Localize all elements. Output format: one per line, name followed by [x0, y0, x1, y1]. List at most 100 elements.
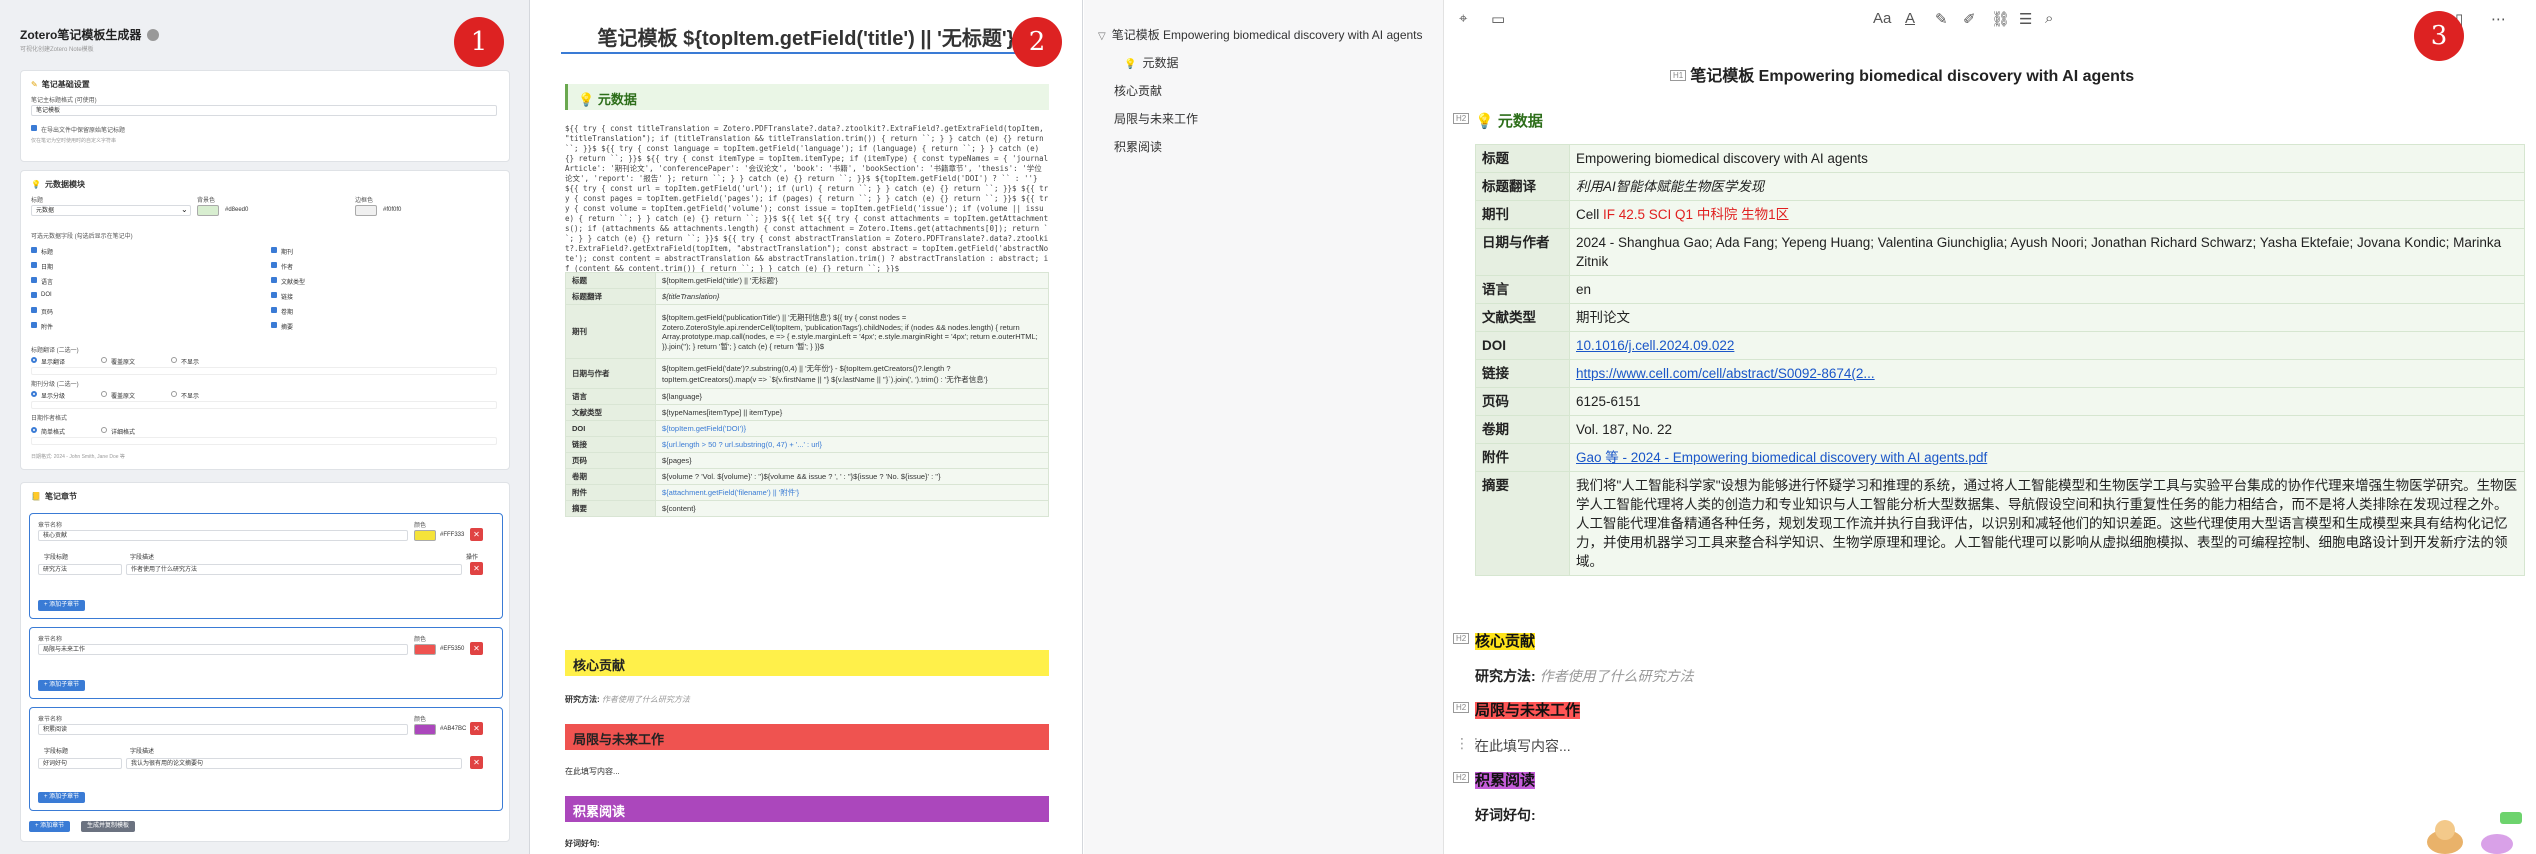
keep-title-checkbox[interactable] — [31, 125, 37, 131]
template-value: ${topItem.getField('title') || '无标题'} — [655, 272, 1049, 289]
row-pages: 页码 6125-6151 — [1475, 387, 2525, 416]
title-format-input[interactable]: 笔记模板 — [31, 105, 497, 116]
outline-item[interactable]: ▽ 笔记模板 Empowering biomedical discovery wi… — [1098, 26, 1423, 43]
link-icon[interactable]: ⛓ — [1991, 10, 2010, 28]
template-section-reading: 积累阅读 — [565, 796, 1049, 822]
field-checkbox[interactable] — [271, 322, 277, 328]
clear-format-icon[interactable]: ☰ — [2019, 10, 2032, 28]
option-field[interactable] — [31, 437, 497, 445]
option-radio[interactable] — [31, 427, 37, 433]
option-radio[interactable] — [101, 357, 107, 363]
meta-title-input[interactable]: 元数据 — [31, 205, 191, 216]
field-checkbox[interactable] — [31, 262, 37, 268]
attachment-link[interactable]: Gao 等 - 2024 - Empowering biomedical dis… — [1576, 450, 1987, 465]
section-color-swatch[interactable] — [414, 644, 436, 655]
delete-section-button[interactable]: ✕ — [470, 528, 483, 541]
section-color-value[interactable]: #AB47BC — [440, 726, 466, 732]
outline-item[interactable]: 局限与未来工作 — [1114, 110, 1198, 127]
template-row: 链接 ${url.length > 50 ? url.substring(0, 4… — [565, 436, 1049, 453]
option-label: 覆盖原文 — [111, 394, 136, 400]
more-icon[interactable]: ⋯ — [2491, 10, 2506, 28]
section-color-value[interactable]: #FFF333 — [440, 532, 464, 538]
subsection-desc-input[interactable]: 作者使用了什么研究方法 — [126, 564, 462, 575]
add-section-button[interactable]: + 添加章节 — [29, 821, 71, 832]
note-core-field[interactable]: 研究方法: 作者使用了什么研究方法 — [1475, 666, 1694, 686]
url-link[interactable]: https://www.cell.com/cell/abstract/S0092… — [1576, 366, 1875, 381]
template-value: ${volume ? 'Vol. ${volume}' : ''}${volum… — [655, 468, 1049, 485]
option1-label: 标题翻译 (二选一) — [31, 348, 79, 354]
field-label: 卷期 — [281, 310, 294, 316]
meta-bg-swatch[interactable] — [197, 205, 219, 216]
outline-item[interactable]: 💡 元数据 — [1124, 54, 1178, 71]
title-format-label: 笔记主标题格式 (可使用) — [31, 98, 97, 104]
note-limits-text[interactable]: 在此填写内容... — [1475, 736, 1571, 756]
outline-item[interactable]: 积累阅读 — [1114, 138, 1162, 155]
h2-tag: H2 — [1453, 633, 1470, 644]
option-radio[interactable] — [101, 391, 107, 397]
section-color-swatch[interactable] — [414, 530, 436, 541]
copy-template-button[interactable]: 生成并复制模板 — [81, 821, 136, 832]
chevron-down-icon[interactable]: ⌄ — [181, 205, 188, 214]
template-row: 页码 ${pages} — [565, 452, 1049, 469]
field-checkbox[interactable] — [271, 307, 277, 313]
add-subsection-button[interactable]: + 添加子章节 — [38, 680, 86, 691]
note-reading-field[interactable]: 好词好句: — [1475, 805, 1536, 825]
doi-link[interactable]: 10.1016/j.cell.2024.09.022 — [1576, 338, 1734, 353]
field-checkbox[interactable] — [31, 292, 37, 298]
help-icon[interactable] — [147, 29, 160, 41]
option2-label: 期刊分级 (二选一) — [31, 382, 79, 388]
field-checkbox[interactable] — [271, 247, 277, 253]
option-radio[interactable] — [171, 391, 177, 397]
delete-subsection-button[interactable]: ✕ — [470, 756, 483, 769]
delete-section-button[interactable]: ✕ — [470, 722, 483, 735]
section-name-input[interactable]: 局限与未来工作 — [38, 644, 408, 655]
field-checkbox[interactable] — [31, 322, 37, 328]
search-icon[interactable]: ⌕ — [2045, 10, 2053, 27]
generator-subtitle: 可视化创建Zotero Note模板 — [20, 47, 94, 53]
metadata-card: 💡 元数据模块 标题 元数据 ⌄ 背景色 #d8eed0 边框色 #f0f0f0 … — [20, 170, 510, 470]
field-label: 期刊 — [281, 250, 294, 256]
template-core-field: 研究方法: 作者使用了什么研究方法 — [565, 695, 690, 704]
add-subsection-button[interactable]: + 添加子章节 — [38, 600, 86, 611]
meta-bg-value[interactable]: #d8eed0 — [225, 207, 248, 213]
option-label: 不显示 — [181, 394, 200, 400]
field-checkbox[interactable] — [31, 307, 37, 313]
field-checkbox[interactable] — [31, 277, 37, 283]
outline-label: 核心贡献 — [1114, 84, 1163, 98]
outline-item[interactable]: 核心贡献 — [1114, 82, 1162, 99]
add-subsection-button[interactable]: + 添加子章节 — [38, 792, 86, 803]
section-color-swatch[interactable] — [414, 724, 436, 735]
section-name-input[interactable]: 积累阅读 — [38, 724, 408, 735]
option-radio[interactable] — [171, 357, 177, 363]
field-checkbox[interactable] — [271, 277, 277, 283]
template-row: 文献类型 ${typeNames[itemType] || itemType} — [565, 404, 1049, 421]
field-checkbox[interactable] — [271, 292, 277, 298]
option-field[interactable] — [31, 367, 497, 375]
delete-section-button[interactable]: ✕ — [470, 642, 483, 655]
meta-border-value[interactable]: #f0f0f0 — [383, 207, 401, 213]
subsection-title-input[interactable]: 研究方法 — [38, 564, 122, 575]
keep-title-label: 在导出文件中保留原始笔记标题 — [41, 128, 126, 134]
option-radio[interactable] — [101, 427, 107, 433]
sections-card: 📒 笔记章节 章节名称 核心贡献 颜色 #FFF333 ✕ 字段标题 字段描述 操作 研究方法 作者… — [20, 482, 510, 842]
section-color-value[interactable]: #EF5350 — [440, 646, 464, 652]
meta-border-swatch[interactable] — [355, 205, 377, 216]
field-checkbox[interactable] — [271, 262, 277, 268]
h2-tag: H2 — [1453, 772, 1470, 783]
subsection-desc-input[interactable]: 我认为很有用的论文摘要句 — [126, 758, 462, 769]
text-color-icon[interactable]: A — [1905, 10, 1915, 27]
text-size-icon[interactable]: Aa — [1873, 10, 1891, 27]
underline-icon[interactable]: ✐ — [1963, 10, 1976, 28]
template-row: 日期与作者 ${topItem.getField('date')?.substri… — [565, 358, 1049, 389]
sidebar-toggle-icon[interactable]: ▭ — [1491, 10, 1505, 28]
option-radio[interactable] — [31, 391, 37, 397]
option-radio[interactable] — [31, 357, 37, 363]
template-metadata-header: 💡 元数据 — [565, 84, 1049, 110]
delete-subsection-button[interactable]: ✕ — [470, 562, 483, 575]
cursor-icon[interactable]: ⌖ — [1459, 10, 1467, 27]
section-name-input[interactable]: 核心贡献 — [38, 530, 408, 541]
field-checkbox[interactable] — [31, 247, 37, 253]
option-field[interactable] — [31, 401, 497, 409]
subsection-title-input[interactable]: 好词好句 — [38, 758, 122, 769]
highlight-icon[interactable]: ✎ — [1935, 10, 1948, 28]
